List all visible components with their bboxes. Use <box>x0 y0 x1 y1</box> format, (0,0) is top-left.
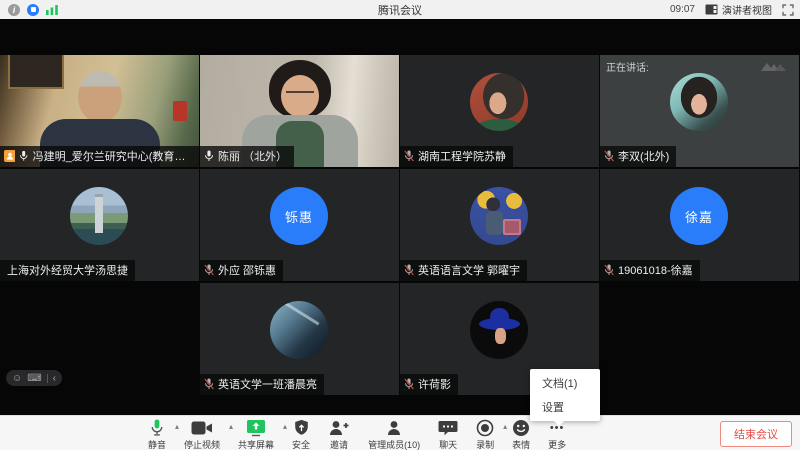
invite-button[interactable]: 邀请 <box>328 419 350 450</box>
chat-button[interactable]: 聊天 <box>438 419 458 450</box>
camera-icon <box>191 419 213 437</box>
quick-reaction-pill: ☺ ⌨ ‹ <box>6 370 62 386</box>
speaker-view-icon <box>705 4 718 15</box>
mic-icon <box>148 419 166 437</box>
mic-muted-icon <box>404 150 414 162</box>
topbar: i 腾讯会议 09:07 演讲者视图 <box>0 0 800 20</box>
keyboard-icon[interactable]: ⌨ <box>27 373 41 384</box>
participant-name: 李双(北外) <box>618 148 669 164</box>
avatar <box>470 301 528 359</box>
manage-members-button[interactable]: 管理成员(10) <box>368 419 420 450</box>
speaking-label: 正在讲话: <box>606 59 649 74</box>
invite-person-icon <box>328 419 350 437</box>
participant-tile[interactable]: 冯建明_爱尔兰研究中心(教育部备... <box>0 55 199 167</box>
record-icon <box>476 419 494 437</box>
chevron-up-icon[interactable]: ▴ <box>503 423 507 431</box>
fullscreen-icon[interactable] <box>782 4 794 16</box>
end-meeting-button[interactable]: 结束会议 <box>720 421 792 447</box>
participant-name: 英语语言文学 郭曜宇 <box>418 262 520 278</box>
view-mode-label: 演讲者视图 <box>722 2 772 17</box>
participant-tile[interactable]: 铄惠 外应 邵铄惠 <box>200 169 399 281</box>
chevron-up-icon[interactable]: ▴ <box>229 423 233 431</box>
participant-name: 19061018-徐嘉 <box>618 262 693 278</box>
participant-tile[interactable]: 英语语言文学 郭曜宇 <box>400 169 599 281</box>
reactions-button[interactable]: 表情 <box>512 419 530 450</box>
mic-muted-icon <box>204 378 214 390</box>
mic-muted-icon <box>404 264 414 276</box>
share-screen-icon <box>246 419 266 437</box>
participant-tile[interactable]: 陈丽 （北外） <box>200 55 399 167</box>
shield-icon <box>293 419 310 437</box>
participant-name: 冯建明_爱尔兰研究中心(教育部备... <box>33 148 195 164</box>
mic-muted-icon <box>604 150 614 162</box>
participant-label: 上海对外经贸大学汤思捷 <box>0 260 135 281</box>
view-mode-button[interactable]: 演讲者视图 <box>705 2 772 17</box>
mic-muted-icon <box>204 264 214 276</box>
participant-tile[interactable]: 湖南工程学院苏静 <box>400 55 599 167</box>
participant-label: 冯建明_爱尔兰研究中心(教育部备... <box>0 146 199 167</box>
record-button[interactable]: ▴ 录制 <box>476 419 494 450</box>
divider <box>47 374 48 383</box>
watermark-logo-icon <box>759 58 793 74</box>
participant-name: 上海对外经贸大学汤思捷 <box>4 262 128 278</box>
participant-name: 英语文学一班潘晨亮 <box>218 376 317 392</box>
participant-tile-speaking[interactable]: 正在讲话: 李双(北外) <box>600 55 799 167</box>
video-grid: 冯建明_爱尔兰研究中心(教育部备... 陈丽 （北外） <box>0 19 800 415</box>
participant-tile[interactable]: 英语文学一班潘晨亮 <box>200 283 399 395</box>
participant-label: 外应 邵铄惠 <box>200 260 283 281</box>
mic-muted-icon <box>404 378 414 390</box>
clock: 09:07 <box>670 4 695 15</box>
participant-label: 许荷影 <box>400 374 458 395</box>
mic-on-icon <box>204 150 214 162</box>
participant-label: 19061018-徐嘉 <box>600 260 700 281</box>
tencent-meeting-window: i 腾讯会议 09:07 演讲者视图 <box>0 0 800 450</box>
participant-label: 李双(北外) <box>600 146 676 167</box>
stop-video-button[interactable]: ▴ 停止视频 <box>184 419 220 450</box>
share-screen-button[interactable]: ▴ 共享屏幕 <box>238 419 274 450</box>
avatar <box>270 301 328 359</box>
participant-label: 陈丽 （北外） <box>200 146 294 167</box>
chevron-up-icon[interactable]: ▴ <box>283 423 287 431</box>
participant-name: 外应 邵铄惠 <box>218 262 276 278</box>
participant-label: 英语文学一班潘晨亮 <box>200 374 324 395</box>
participant-label: 湖南工程学院苏静 <box>400 146 513 167</box>
avatar <box>470 73 528 131</box>
menu-item-documents[interactable]: 文档(1) <box>530 371 600 395</box>
avatar <box>670 73 728 131</box>
chevron-up-icon[interactable]: ▴ <box>175 423 179 431</box>
host-badge-icon <box>4 150 15 162</box>
participant-tile[interactable]: 徐嘉 19061018-徐嘉 <box>600 169 799 281</box>
security-button[interactable]: 安全 <box>292 419 310 450</box>
bottom-toolbar: ▴ 静音 ▴ 停止视频 ▴ 共享屏幕 <box>0 415 800 450</box>
avatar <box>70 187 128 245</box>
avatar <box>470 187 528 245</box>
participant-name: 湖南工程学院苏静 <box>418 148 506 164</box>
mic-on-icon <box>19 150 28 162</box>
members-icon <box>385 419 403 437</box>
collapse-icon[interactable]: ‹ <box>53 373 56 384</box>
avatar-initials: 徐嘉 <box>670 187 728 245</box>
avatar-initials: 铄惠 <box>270 187 328 245</box>
mute-button[interactable]: ▴ 静音 <box>148 419 166 450</box>
menu-item-settings[interactable]: 设置 <box>530 395 600 419</box>
participant-name: 陈丽 （北外） <box>218 148 287 164</box>
emoji-icon[interactable]: ☺ <box>12 373 22 384</box>
chat-bubble-icon <box>438 419 458 437</box>
participant-label: 英语语言文学 郭曜宇 <box>400 260 527 281</box>
more-popup-menu: 文档(1) 设置 <box>530 369 600 421</box>
mic-muted-icon <box>604 264 614 276</box>
participant-name: 许荷影 <box>418 376 451 392</box>
participant-tile[interactable]: 上海对外经贸大学汤思捷 <box>0 169 199 281</box>
smiley-icon <box>512 419 530 437</box>
